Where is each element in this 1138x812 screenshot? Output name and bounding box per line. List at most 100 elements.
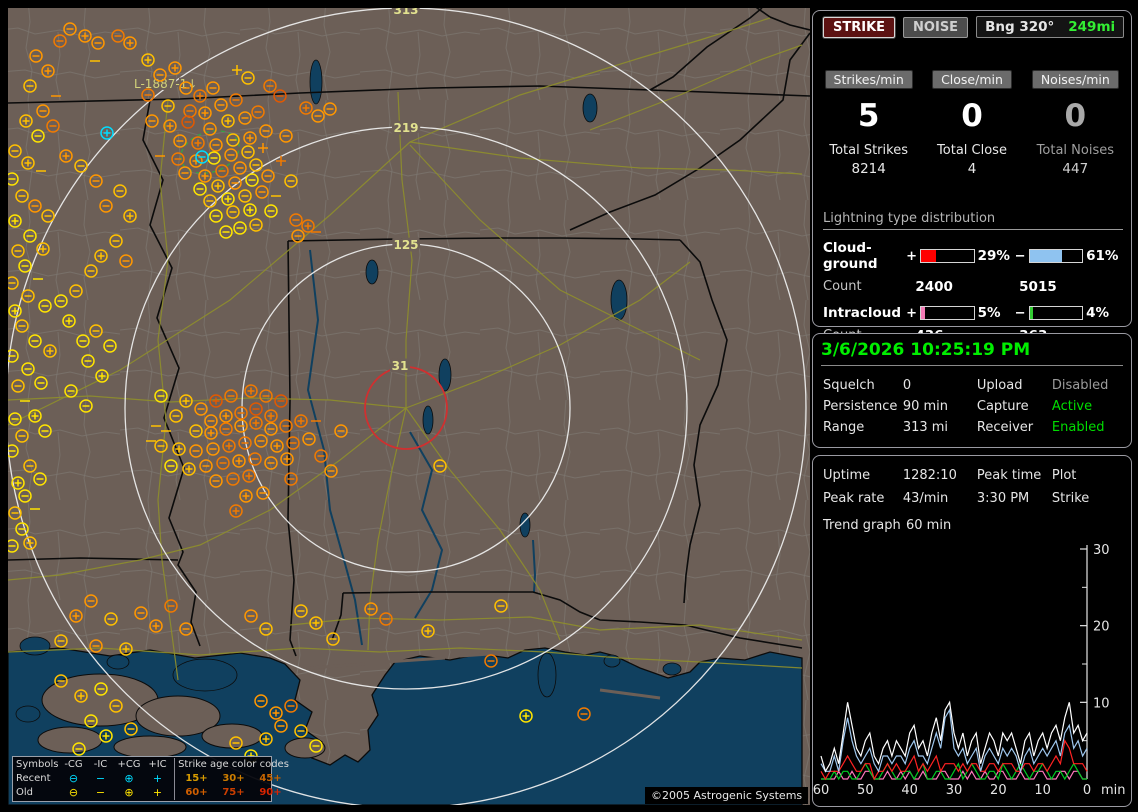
legend-col-pos-cg: +CG [117,759,141,770]
marsh-land [113,735,187,759]
status-panel: 3/6/2026 10:25:19 PM Squelch 0 Upload Di… [812,333,1132,448]
cg-neg-pct: 61% [1086,248,1119,264]
marsh-land [201,723,263,749]
lake [537,652,557,698]
plus-icon: + [152,772,163,785]
ic-pos-bar [920,306,975,320]
lake [365,259,379,285]
peak-time-value: 3:30 PM [976,491,1030,506]
trend-window-value: 60 min [906,518,952,533]
map-legend: Symbols -CG -IC +CG +IC Recent ⊖ − ⊕ + O… [12,756,289,802]
cg-neg-count: 5015 [1019,279,1057,295]
receiver-label: Receiver [976,420,1034,435]
close-per-min-value: 0 [961,98,983,134]
noise-toggle-button[interactable]: NOISE [903,16,969,38]
peak-rate-label: Peak rate [823,491,885,506]
strike-toggle-button[interactable]: STRIKE [823,16,896,38]
range-ring-label: 313 [393,8,418,17]
receiver-status: Enabled [1051,420,1105,435]
total-noises-value: 447 [1062,161,1089,177]
legend-old-label: Old [16,787,33,798]
age-90: 90+ [259,787,282,798]
uptime-label: Uptime [823,468,871,483]
total-close-value: 4 [967,161,977,177]
lake [662,662,682,676]
lake [172,658,238,692]
bearing-value: Bng 320° [985,19,1055,35]
legend-age-block: Strike age color codes 15+ 30+ 45+ 60+ 7… [174,758,289,800]
capture-status: Active [1051,399,1093,414]
total-strikes-value: 8214 [851,161,886,177]
cloud-ground-count-row: Count 2400 5015 [823,279,1123,295]
lake [15,705,41,723]
total-noises-label: Total Noises [1036,143,1114,158]
circle-plus-icon: ⊕ [124,772,134,785]
trend-graph-label: Trend graph [823,518,901,533]
lightning-type-distribution: Lightning type distribution Cloud-ground… [823,211,1123,344]
intracloud-label: Intracloud [823,305,902,321]
circle-minus-icon: ⊖ [68,786,79,799]
series--CG [820,708,1088,774]
lake [422,405,434,435]
x-tick-label: 20 [990,783,1007,798]
plot-label: Plot [1051,468,1077,483]
persistence-value: 90 min [902,399,949,414]
close-ring-label: 31 [392,359,409,373]
plus-sign: + [906,248,917,264]
legend-col-neg-cg: -CG [64,759,83,770]
legend-symbols-header: Symbols [16,759,59,770]
cg-pos-bar [920,249,975,263]
marsh-land [37,726,103,754]
plus-sign: + [906,305,917,321]
distance-value: 249mi [1068,19,1116,35]
x-tick-label: 0 [1083,783,1091,798]
peak-rate-value: 43/min [902,491,949,506]
lake [106,654,130,670]
storm-cell-label: L-1887-1↓ [134,77,197,91]
series-Total [820,700,1088,773]
lightning-map[interactable]: L-1887-1↓ 313 219 125 31 [8,8,810,805]
strikes-per-min-value: 5 [857,98,880,134]
legend-col-pos-ic: +IC [148,759,167,770]
capture-label: Capture [976,399,1029,414]
ic-pos-pct: 5% [977,305,1001,321]
upload-status: Disabled [1051,378,1109,393]
x-tick-label: 60 [813,783,829,798]
distribution-title: Lightning type distribution [823,211,1123,230]
strikes-per-min-column: Strikes/min 5 Total Strikes 8214 [817,69,920,177]
total-strikes-label: Total Strikes [829,143,908,158]
strikes-per-min-label: Strikes/min [824,70,913,89]
x-tick-label: 50 [857,783,874,798]
range-ring-label: 125 [393,238,418,252]
x-tick-label: 40 [901,783,918,798]
squelch-label: Squelch [823,378,875,393]
cloud-ground-label: Cloud-ground [823,240,878,272]
y-tick-label: 30 [1093,543,1110,558]
nexstorm-app: { "panel": { "strike_button": "STRIKE", … [0,0,1138,812]
close-per-min-column: Close/min 0 Total Close 4 [920,69,1023,177]
cg-pos-pct: 29% [977,248,1010,264]
legend-age-header: Strike age color codes [178,759,289,770]
cg-neg-bar [1028,249,1084,263]
total-close-label: Total Close [937,143,1007,158]
x-tick-label: 30 [946,783,963,798]
trend-graph-chart: 10 20 30 60 50 40 30 20 10 0 min [813,543,1126,798]
range-ring-label: 219 [393,121,418,135]
intracloud-row: Intracloud + 5% − 4% [823,305,1123,321]
noises-per-min-label: Noises/min [1031,70,1119,89]
copyright-text: ©2005 Astrogenic Systems [645,787,809,804]
minus-sign: − [1014,248,1026,264]
minus-sign: − [1014,305,1026,321]
age-45: 45+ [259,773,282,784]
bearing-readout: Bng 320° 249mi [976,16,1125,38]
lake [582,93,598,123]
lightning-map-canvas[interactable]: L-1887-1↓ 313 219 125 31 [8,8,810,805]
age-60: 60+ [185,787,208,798]
range-label: Range [823,420,865,435]
trend-panel: Uptime 1282:10 Peak time Plot Peak rate … [812,455,1132,807]
legend-recent-label: Recent [16,773,51,784]
close-per-min-label: Close/min [932,70,1012,89]
squelch-value: 0 [902,378,912,393]
uptime-value: 1282:10 [902,468,957,483]
lake [309,59,323,105]
